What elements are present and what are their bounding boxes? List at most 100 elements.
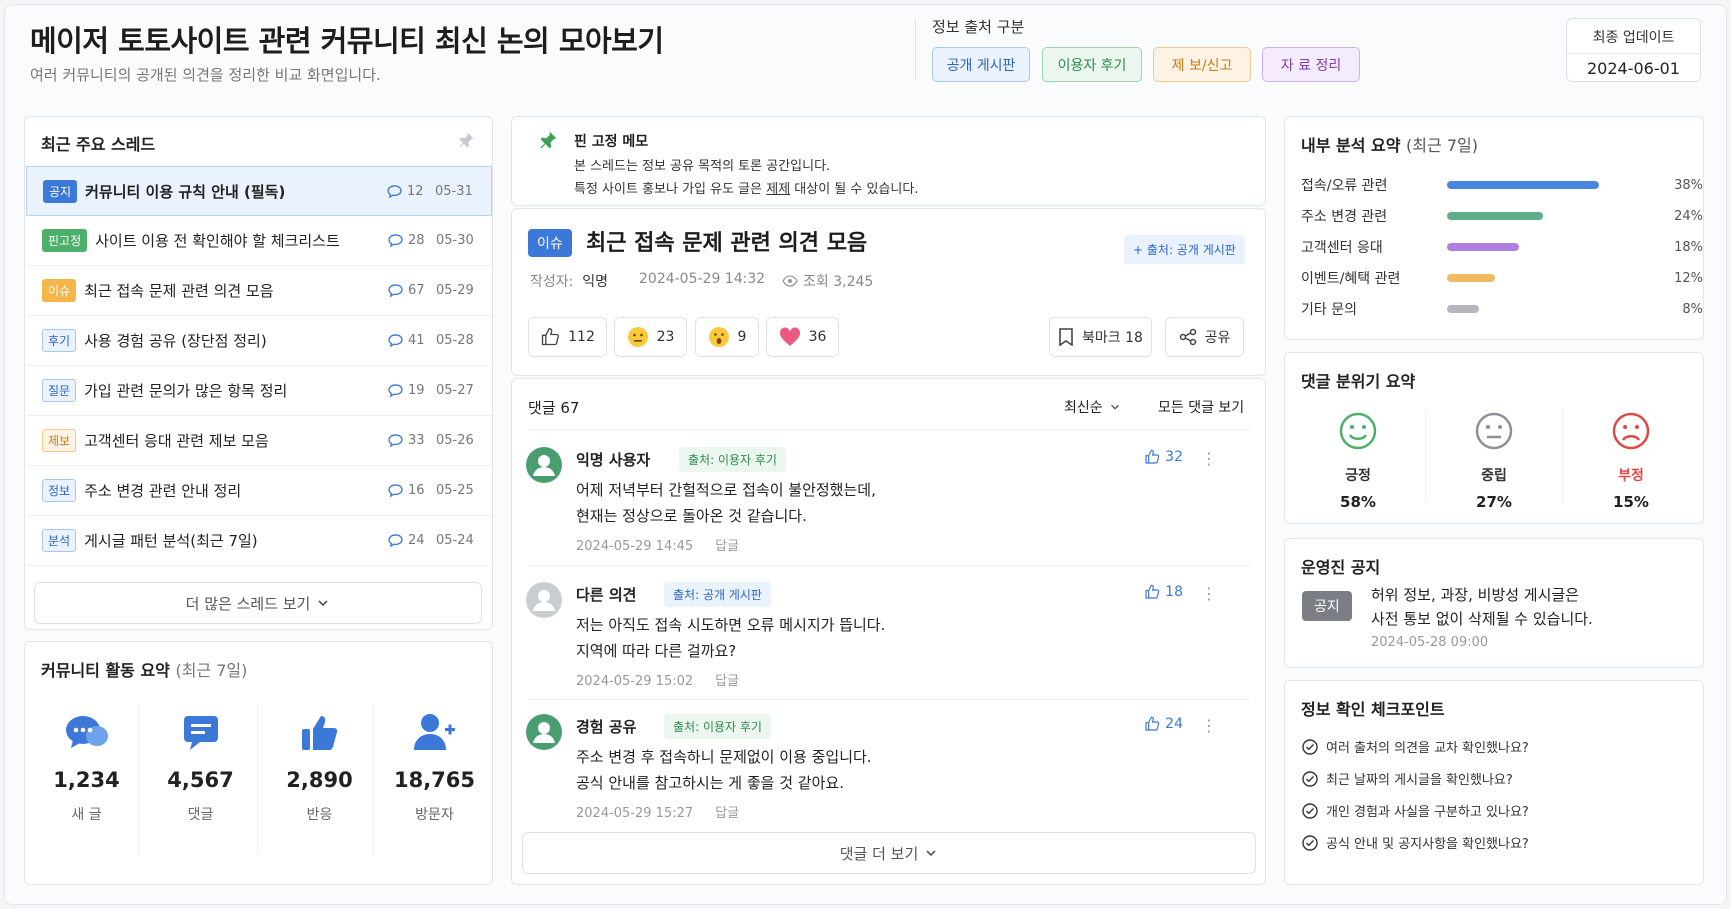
mood-neutral: 중립 27% <box>1426 411 1562 511</box>
comment-like-button[interactable]: 32 <box>1144 449 1183 465</box>
header-divider <box>915 18 916 80</box>
thumbs-up-icon <box>541 327 560 346</box>
thread-date: 05-28 <box>436 333 474 348</box>
source-chip-user-review[interactable]: 이용자 후기 <box>1042 47 1142 82</box>
add-user-icon <box>413 714 455 750</box>
comment-icon <box>388 234 403 247</box>
topic-bar <box>1447 181 1599 189</box>
post-panel: 이슈 최근 접속 문제 관련 의견 모음 + 출처: 공개 게시판 작성자: 익… <box>511 208 1266 376</box>
user-icon <box>533 455 555 476</box>
thread-row[interactable]: 이슈 최근 접속 문제 관련 의견 모음 67 05-29 <box>26 266 492 316</box>
thread-row[interactable]: 분석 게시글 패턴 분석(최근 7일) 24 05-24 <box>26 516 492 566</box>
page-subtitle: 여러 커뮤니티의 공개된 의견을 정리한 비교 화면입니다. <box>30 66 381 84</box>
thumbs-up-icon <box>301 716 337 750</box>
source-chip-report[interactable]: 제 보/신고 <box>1153 47 1251 82</box>
analysis-summary-panel: 내부 분석 요약 (최근 7일) 접속/오류 관련 38% 주소 변경 관련 24%… <box>1284 116 1704 340</box>
comment-author: 다른 의견 <box>576 586 637 604</box>
share-button[interactable]: 공유 <box>1165 317 1244 357</box>
smile-face-icon <box>1339 412 1377 450</box>
thumbs-up-icon <box>1145 584 1160 599</box>
comment-count-label: 댓글 67 <box>528 399 580 417</box>
thumbs-up-icon <box>1145 449 1160 464</box>
comment-source-badge: 출처: 이용자 후기 <box>664 714 771 739</box>
comment-count: 67 <box>388 283 436 298</box>
notice-text: 허위 정보, 과장, 비방성 게시글은 사전 통보 없이 삭제될 수 있습니다. <box>1371 586 1593 628</box>
more-options-icon[interactable]: ⋮ <box>1201 584 1217 603</box>
last-updated-value: 2024-06-01 <box>1587 59 1680 78</box>
more-options-icon[interactable]: ⋮ <box>1201 716 1217 735</box>
admin-notice-panel: 운영진 공지 공지 허위 정보, 과장, 비방성 게시글은 사전 통보 없이 삭제… <box>1284 538 1704 668</box>
sort-dropdown[interactable]: 최신순 <box>1064 397 1121 417</box>
more-comments-button[interactable]: 댓글 더 보기 <box>522 832 1256 874</box>
avatar <box>526 582 562 618</box>
comment-meta: 2024-05-29 15:27 답글 <box>576 806 740 821</box>
last-updated-label: 최종 업데이트 <box>1592 30 1675 46</box>
activity-summary-panel: 커뮤니티 활동 요약 (최근 7일) 1,234 새 글 4,567 댓글 2,… <box>24 641 493 885</box>
view-all-comments-link[interactable]: 모든 댓글 보기 <box>1158 397 1244 417</box>
thread-title: 주소 변경 관련 안내 정리 <box>84 482 242 500</box>
recent-threads-panel: 최근 주요 스레드 공지 커뮤니티 이용 규칙 안내 (필독) 12 05-31… <box>24 116 493 630</box>
thumbs-up-icon <box>1145 716 1160 731</box>
comment-item: 다른 의견 출처: 공개 게시판 저는 아직도 접속 시도하면 오류 메시지가 … <box>526 582 1231 692</box>
memo-line: 본 스레드는 정보 공유 목적의 토론 공간입니다. <box>574 159 831 174</box>
thread-date: 05-25 <box>436 483 474 498</box>
comment-like-button[interactable]: 18 <box>1144 584 1183 600</box>
comment-author: 익명 사용자 <box>576 451 651 469</box>
share-icon <box>1179 328 1196 346</box>
meh-reaction-button[interactable]: 23 <box>614 317 687 357</box>
thread-row[interactable]: 공지 커뮤니티 이용 규칙 안내 (필독) 12 05-31 <box>26 166 492 216</box>
stat-reactions: 2,890 반응 <box>262 702 377 852</box>
source-chip-resources[interactable]: 자 료 정리 <box>1262 47 1360 82</box>
comment-count: 28 <box>388 233 436 248</box>
neutral-face-icon <box>627 327 648 347</box>
checklist-item: 최근 날짜의 게시글을 확인했나요? <box>1302 769 1513 788</box>
thread-row[interactable]: 질문 가입 관련 문의가 많은 항목 정리 19 05-27 <box>26 366 492 416</box>
pin-icon[interactable] <box>457 131 475 149</box>
wow-reaction-button[interactable]: 9 <box>695 317 759 357</box>
more-threads-button[interactable]: 더 많은 스레드 보기 <box>34 582 482 624</box>
pin-icon <box>540 131 557 149</box>
post-author: 작성자: 익명 <box>530 274 609 290</box>
thread-row[interactable]: 정보 주소 변경 관련 안내 정리 16 05-25 <box>26 466 492 516</box>
check-circle-icon <box>1302 802 1318 819</box>
reply-link[interactable]: 답글 <box>715 539 739 554</box>
topic-bar <box>1447 243 1519 251</box>
comment-icon <box>388 484 403 497</box>
pinned-memo-panel: 핀 고정 메모 본 스레드는 정보 공유 목적의 토론 공간입니다. 특정 사이… <box>511 116 1266 206</box>
bookmark-button[interactable]: 북마크 18 <box>1049 317 1152 357</box>
more-options-icon[interactable]: ⋮ <box>1201 449 1217 468</box>
thread-row[interactable]: 제보 고객센터 응대 관련 제보 모음 33 05-26 <box>26 416 492 466</box>
comments-panel: 댓글 67 최신순 모든 댓글 보기 익명 사용자 출처: 이용자 후기 어제 … <box>511 378 1266 885</box>
thread-title: 사이트 이용 전 확인해야 할 체크리스트 <box>95 232 340 250</box>
comment-like-button[interactable]: 24 <box>1144 716 1183 732</box>
stat-value: 2,890 <box>286 768 353 792</box>
comment-count: 33 <box>388 433 436 448</box>
thread-row[interactable]: 핀고정 사이트 이용 전 확인해야 할 체크리스트 28 05-30 <box>26 216 492 266</box>
comment-icon <box>388 384 403 397</box>
like-reaction-button[interactable]: 112 <box>528 317 607 357</box>
thread-tag: 제보 <box>42 429 77 452</box>
reply-link[interactable]: 답글 <box>715 806 739 821</box>
topic-bar-row: 이벤트/혜택 관련 12% <box>1301 270 1703 288</box>
comment-count: 19 <box>388 383 436 398</box>
source-chip-public-board[interactable]: 공개 게시판 <box>932 47 1030 82</box>
checklist-item: 공식 안내 및 공지사항을 확인했나요? <box>1302 833 1529 852</box>
thread-tag: 핀고정 <box>42 229 88 252</box>
post-source-badge[interactable]: + 출처: 공개 게시판 <box>1124 235 1245 264</box>
stat-new-posts: 1,234 새 글 <box>29 702 144 852</box>
thread-title: 게시글 패턴 분석(최근 7일) <box>84 532 258 550</box>
admin-notice-title: 운영진 공지 <box>1301 558 1381 577</box>
thread-title: 사용 경험 공유 (장단점 정리) <box>84 332 267 350</box>
heart-reaction-button[interactable]: 36 <box>766 317 839 357</box>
stat-value: 1,234 <box>53 768 120 792</box>
topic-bar <box>1447 212 1543 220</box>
comment-author: 경험 공유 <box>576 718 637 736</box>
reply-link[interactable]: 답글 <box>715 674 739 689</box>
user-icon <box>533 722 555 743</box>
chevron-down-icon <box>926 850 936 857</box>
comment-icon <box>387 184 402 198</box>
comment-text: 저는 아직도 접속 시도하면 오류 메시지가 뜹니다. 지역에 따라 다른 걸까요… <box>576 616 886 660</box>
bookmark-icon <box>1059 328 1073 346</box>
thread-tag: 후기 <box>42 329 77 352</box>
thread-row[interactable]: 후기 사용 경험 공유 (장단점 정리) 41 05-28 <box>26 316 492 366</box>
